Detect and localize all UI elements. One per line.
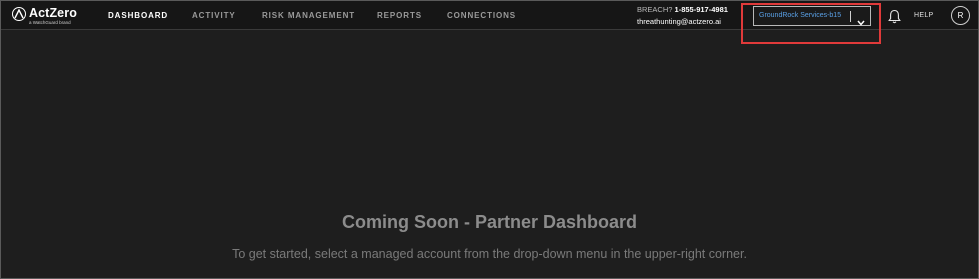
nav-reports[interactable]: REPORTS xyxy=(377,11,422,20)
logo-mark-icon xyxy=(12,7,26,21)
annotation-highlight-box xyxy=(741,3,881,44)
nav-activity[interactable]: ACTIVITY xyxy=(192,11,236,20)
actzero-logo[interactable]: ActZero a WatchGuard brand xyxy=(12,6,92,25)
nav-connections[interactable]: CONNECTIONS xyxy=(447,11,516,20)
page-title: Coming Soon - Partner Dashboard xyxy=(341,212,638,232)
nav-dashboard[interactable]: DASHBOARD xyxy=(108,11,168,20)
breach-contact: BREACH? 1-855-917-4981 threathunting@act… xyxy=(637,4,728,28)
user-avatar[interactable]: R xyxy=(951,6,970,25)
breach-phone[interactable]: 1-855-917-4981 xyxy=(675,5,728,14)
brand-tagline: a WatchGuard brand xyxy=(29,20,71,25)
breach-email[interactable]: threathunting@actzero.ai xyxy=(637,16,728,28)
nav-risk-management[interactable]: RISK MANAGEMENT xyxy=(262,11,355,20)
page-instructions: To get started, select a managed account… xyxy=(232,247,747,261)
bell-icon[interactable] xyxy=(888,9,901,29)
breach-label: BREACH? xyxy=(637,5,673,14)
brand-name: ActZero xyxy=(29,6,77,20)
help-link[interactable]: HELP xyxy=(914,12,934,19)
